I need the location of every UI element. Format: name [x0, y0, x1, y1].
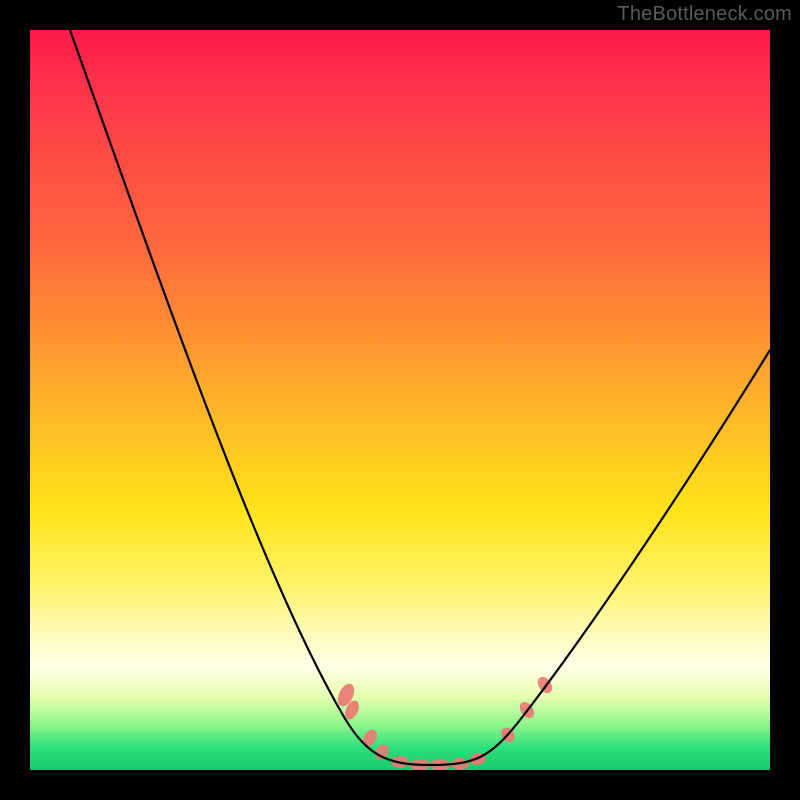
chart-frame: TheBottleneck.com — [0, 0, 800, 800]
plot-area — [30, 30, 770, 770]
optimal-marker — [360, 727, 379, 749]
bottleneck-curve — [70, 30, 770, 765]
marker-layer — [335, 674, 555, 770]
watermark-text: TheBottleneck.com — [617, 3, 792, 26]
chart-svg — [30, 30, 770, 770]
